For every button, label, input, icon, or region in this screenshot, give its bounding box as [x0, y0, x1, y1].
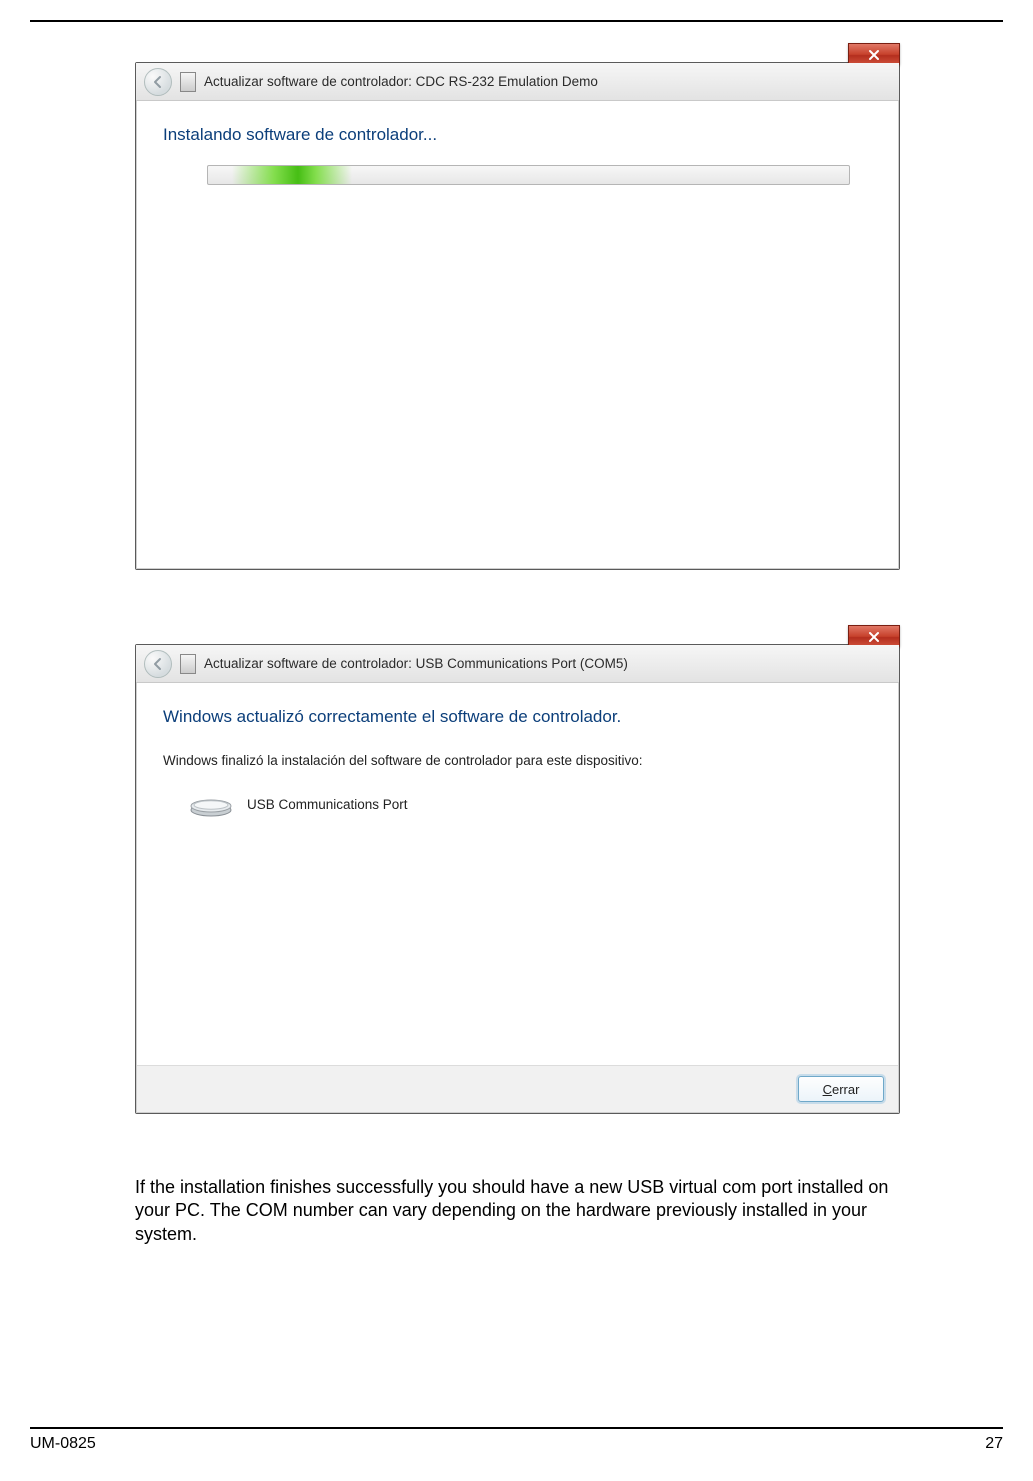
close-icon [868, 49, 880, 61]
device-title-icon [180, 72, 196, 92]
back-button[interactable] [144, 68, 172, 96]
footer-row: UM-0825 27 [30, 1435, 1003, 1453]
close-button-label: Cerrar [823, 1082, 860, 1097]
window-frame: Actualizar software de controlador: USB … [135, 644, 900, 1114]
page-footer: UM-0825 27 [30, 1427, 1003, 1453]
window-body: Instalando software de controlador... [136, 101, 899, 569]
dialog-installing: Actualizar software de controlador: CDC … [135, 50, 900, 570]
window-title: Actualizar software de controlador: USB … [204, 656, 628, 671]
content-area: Actualizar software de controlador: CDC … [135, 50, 900, 1246]
window-body: Windows actualizó correctamente el softw… [136, 683, 899, 1113]
doc-id: UM-0825 [30, 1435, 96, 1453]
footer-rule [30, 1427, 1003, 1429]
close-icon [868, 631, 880, 643]
caption-text: If the installation finishes successfull… [135, 1176, 900, 1246]
success-heading: Windows actualizó correctamente el softw… [163, 707, 872, 727]
title-bar: Actualizar software de controlador: USB … [136, 645, 899, 683]
back-arrow-icon [151, 75, 165, 89]
device-title-icon [180, 654, 196, 674]
page-number: 27 [985, 1435, 1003, 1453]
success-subtext: Windows finalizó la instalación del soft… [163, 753, 872, 768]
progress-indicator [232, 166, 352, 184]
dialog-complete: Actualizar software de controlador: USB … [135, 632, 900, 1114]
install-heading: Instalando software de controlador... [163, 125, 872, 145]
device-row: USB Communications Port [189, 790, 872, 818]
back-button[interactable] [144, 650, 172, 678]
device-icon [189, 790, 233, 818]
window-title: Actualizar software de controlador: CDC … [204, 74, 598, 89]
title-bar: Actualizar software de controlador: CDC … [136, 63, 899, 101]
device-name: USB Communications Port [247, 797, 408, 812]
header-rule [30, 20, 1003, 22]
spacer [163, 818, 872, 1065]
progress-bar [207, 165, 850, 185]
document-page: Actualizar software de controlador: CDC … [0, 0, 1033, 1481]
back-arrow-icon [151, 657, 165, 671]
close-dialog-button[interactable]: Cerrar [798, 1076, 884, 1102]
button-row: Cerrar [137, 1065, 898, 1112]
window-frame: Actualizar software de controlador: CDC … [135, 62, 900, 570]
